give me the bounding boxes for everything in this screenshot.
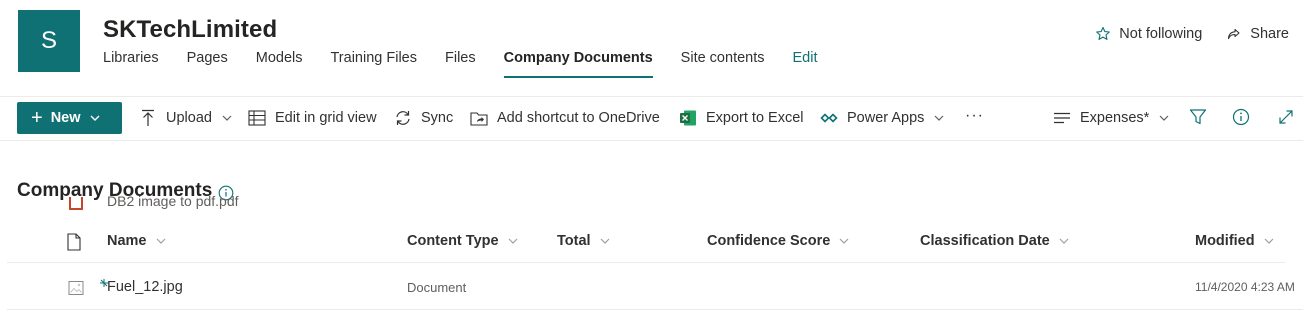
add-shortcut-button[interactable]: Add shortcut to OneDrive xyxy=(470,109,660,127)
upload-icon xyxy=(139,109,157,127)
command-bar: + New Upload Edit in grid view Sync Add … xyxy=(0,96,1303,141)
list-view-icon xyxy=(1053,109,1071,127)
share-button[interactable]: Share xyxy=(1226,26,1289,42)
chevron-down-icon xyxy=(89,112,101,124)
chevron-down-icon xyxy=(1158,112,1170,124)
grid-icon xyxy=(248,109,266,127)
power-apps-icon xyxy=(820,109,838,127)
column-total[interactable]: Total xyxy=(557,233,611,249)
add-shortcut-label: Add shortcut to OneDrive xyxy=(497,110,660,126)
plus-icon: + xyxy=(31,107,43,129)
upload-label: Upload xyxy=(166,110,212,126)
share-label: Share xyxy=(1250,26,1289,42)
nav-item-libraries[interactable]: Libraries xyxy=(103,49,159,73)
new-label: New xyxy=(50,110,81,126)
column-classification-date[interactable]: Classification Date xyxy=(920,233,1070,249)
column-header-row: Name Content Type Total Confidence Score… xyxy=(7,221,1285,263)
export-excel-button[interactable]: Export to Excel xyxy=(679,109,804,127)
file-type-icon[interactable] xyxy=(66,233,82,251)
site-nav: Libraries Pages Models Training Files Fi… xyxy=(103,49,846,78)
sync-label: Sync xyxy=(421,110,454,126)
column-modified-label: Modified xyxy=(1195,233,1255,249)
new-button[interactable]: + New xyxy=(17,102,122,134)
chevron-down-icon xyxy=(599,235,611,247)
power-apps-label: Power Apps xyxy=(847,110,925,126)
nav-edit-link[interactable]: Edit xyxy=(793,49,818,73)
chevron-down-icon xyxy=(221,112,233,124)
filter-icon xyxy=(1189,108,1207,131)
chevron-down-icon xyxy=(1263,235,1275,247)
pdf-file-icon xyxy=(69,197,83,210)
column-content-type[interactable]: Content Type xyxy=(407,233,519,249)
nav-item-models[interactable]: Models xyxy=(256,49,303,73)
chevron-down-icon xyxy=(155,235,167,247)
upload-button[interactable]: Upload xyxy=(139,109,233,127)
view-label: Expenses* xyxy=(1080,110,1150,126)
more-options-button[interactable]: ··· xyxy=(965,107,984,125)
sync-button[interactable]: Sync xyxy=(394,109,453,127)
chevron-down-icon xyxy=(838,235,850,247)
edit-grid-view-label: Edit in grid view xyxy=(275,110,377,126)
nav-item-pages[interactable]: Pages xyxy=(187,49,228,73)
column-confidence-score-label: Confidence Score xyxy=(707,233,831,249)
export-excel-label: Export to Excel xyxy=(706,110,804,126)
column-name[interactable]: Name xyxy=(107,233,167,249)
nav-item-files[interactable]: Files xyxy=(445,49,476,73)
nav-item-site-contents[interactable]: Site contents xyxy=(681,49,765,73)
sync-icon xyxy=(394,109,412,127)
row-name-link[interactable]: Fuel_12.jpg xyxy=(107,279,183,295)
column-confidence-score[interactable]: Confidence Score xyxy=(707,233,850,249)
table-row[interactable]: Fuel_12.jpg Document 11/4/2020 4:23 AM xyxy=(7,264,1303,310)
view-switcher[interactable]: Expenses* xyxy=(1053,109,1170,127)
excel-icon xyxy=(679,109,697,127)
column-modified[interactable]: Modified xyxy=(1195,233,1275,249)
info-icon xyxy=(1232,108,1250,131)
follow-label: Not following xyxy=(1119,26,1203,42)
expand-icon xyxy=(1277,108,1295,131)
info-button[interactable] xyxy=(1230,108,1252,130)
row-content-type: Document xyxy=(407,280,467,295)
nav-item-training-files[interactable]: Training Files xyxy=(330,49,417,73)
shortcut-icon xyxy=(470,109,488,127)
column-name-label: Name xyxy=(107,233,147,249)
row-modified: 11/4/2020 4:23 AM xyxy=(1195,280,1295,294)
edit-grid-view-button[interactable]: Edit in grid view xyxy=(248,109,377,127)
column-total-label: Total xyxy=(557,233,591,249)
fullscreen-button[interactable] xyxy=(1275,108,1297,130)
scrolled-row-partial: DB2 image to pdf.pdf xyxy=(0,196,1303,210)
scrolled-row-name: DB2 image to pdf.pdf xyxy=(107,196,239,209)
column-content-type-label: Content Type xyxy=(407,233,499,249)
chevron-down-icon xyxy=(1058,235,1070,247)
image-file-icon xyxy=(68,280,84,296)
star-icon xyxy=(1095,26,1111,42)
column-classification-date-label: Classification Date xyxy=(920,233,1050,249)
share-icon xyxy=(1226,26,1242,42)
chevron-down-icon xyxy=(933,112,945,124)
site-header: S SKTechLimited Libraries Pages Models T… xyxy=(0,0,1303,96)
filter-button[interactable] xyxy=(1187,108,1209,130)
power-apps-button[interactable]: Power Apps xyxy=(820,109,945,127)
chevron-down-icon xyxy=(507,235,519,247)
follow-button[interactable]: Not following xyxy=(1095,26,1202,42)
nav-item-company-documents[interactable]: Company Documents xyxy=(503,49,653,78)
site-title[interactable]: SKTechLimited xyxy=(103,16,277,44)
header-actions: Not following Share xyxy=(1071,26,1289,42)
site-logo[interactable]: S xyxy=(18,10,80,72)
